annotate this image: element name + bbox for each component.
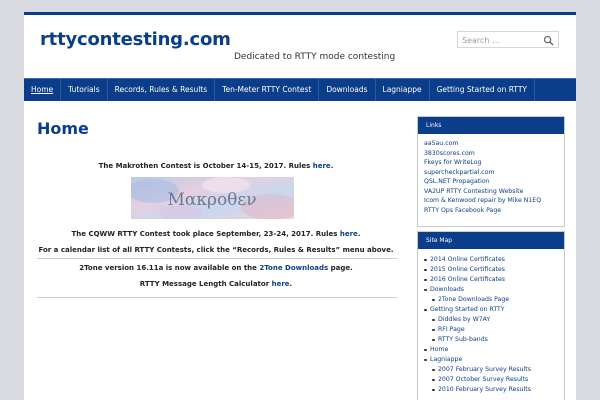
calculator-link[interactable]: here [272, 280, 290, 288]
twotone-downloads-link[interactable]: 2Tone Downloads [259, 264, 328, 272]
main-content: Home The Makrothen Contest is October 14… [24, 101, 408, 400]
cqww-text: The CQWW RTTY Contest took place Septemb… [71, 230, 340, 238]
sitemap-widget-title: Site Map [418, 232, 564, 249]
calculator-text: RTTY Message Length Calculator [139, 280, 272, 288]
content-bottom-divider [37, 297, 397, 298]
site-header: rttycontesting.com Dedicated to RTTY mod… [24, 15, 576, 78]
nav-item-tutorials[interactable]: Tutorials [61, 79, 108, 101]
sitemap-item[interactable]: Lagniappe [424, 355, 558, 365]
sitemap-subitem[interactable]: 2Tone Downloads Page [432, 295, 558, 305]
makrothen-logo-banner[interactable]: Μακροθεν [131, 177, 294, 219]
links-widget-title: Links [418, 117, 564, 134]
link-va2up[interactable]: VA2UP RTTY Contesting Website [424, 187, 558, 197]
sitemap-list: 2014 Online Certificates 2015 Online Cer… [418, 249, 564, 400]
sitemap-item[interactable]: 2016 Online Certificates [424, 275, 558, 285]
link-3830scores[interactable]: 3830scores.com [424, 149, 558, 159]
twotone-notice: 2Tone version 16.11a is now available on… [24, 264, 408, 272]
links-widget: Links aa5au.com 3830scores.com Fkeys for… [417, 116, 565, 227]
makrothen-notice: The Makrothen Contest is October 14-15, … [24, 162, 408, 170]
sitemap-subitem[interactable]: 2010 February Survey Results [432, 385, 558, 395]
nav-item-downloads[interactable]: Downloads [319, 79, 376, 101]
links-list: aa5au.com 3830scores.com Fkeys for Write… [418, 134, 564, 220]
calculator-notice: RTTY Message Length Calculator here. [24, 280, 408, 288]
makrothen-logo-image: Μακροθεν [131, 177, 294, 219]
sitemap-item[interactable]: Downloads [424, 285, 558, 295]
link-aa5au[interactable]: aa5au.com [424, 139, 558, 149]
nav-item-home[interactable]: Home [24, 79, 62, 101]
sitemap-item[interactable]: 2015 Online Certificates [424, 265, 558, 275]
sitemap-subitem[interactable]: RFI Page [432, 325, 558, 335]
sitemap-item[interactable]: 2014 Online Certificates [424, 255, 558, 265]
cqww-notice: The CQWW RTTY Contest took place Septemb… [24, 230, 408, 238]
search-form [457, 31, 559, 48]
calculator-period: . [289, 280, 293, 288]
sitemap-subitem[interactable]: Diddles by W7AY [432, 315, 558, 325]
nav-item-getting-started[interactable]: Getting Started on RTTY [430, 79, 535, 101]
page-container: rttycontesting.com Dedicated to RTTY mod… [24, 12, 576, 400]
makrothen-period: . [330, 162, 334, 170]
sitemap-subitem[interactable]: RTTY Sub-bands [432, 335, 558, 345]
nav-item-ten-meter-contest[interactable]: Ten-Meter RTTY Contest [215, 79, 320, 101]
link-fkeys-writelog[interactable]: Fkeys for WriteLog [424, 158, 558, 168]
sitemap-widget: Site Map 2014 Online Certificates 2015 O… [417, 231, 565, 400]
twotone-text: 2Tone version 16.11a is now available on… [79, 264, 260, 272]
twotone-page-text: page. [328, 264, 353, 272]
sitemap-item[interactable]: Home [424, 345, 558, 355]
link-supercheckpartial[interactable]: supercheckpartial.com [424, 168, 558, 178]
nav-item-records-rules-results[interactable]: Records, Rules & Results [108, 79, 216, 101]
sitemap-subitem[interactable]: 2007 October Survey Results [432, 375, 558, 385]
logo-text: Μακροθεν [167, 190, 256, 210]
link-rtty-ops-facebook[interactable]: RTTY Ops Facebook Page [424, 206, 558, 216]
makrothen-text: The Makrothen Contest is October 14-15, … [98, 162, 313, 170]
main-navigation: Home Tutorials Records, Rules & Results … [24, 78, 576, 101]
search-input[interactable] [462, 34, 534, 46]
sitemap-item[interactable]: Getting Started on RTTY [424, 305, 558, 315]
site-tagline: Dedicated to RTTY mode contesting [234, 52, 396, 62]
link-qslnet-propagation[interactable]: QSL.NET Propagation [424, 177, 558, 187]
page-title: Home [37, 119, 89, 138]
cqww-period: . [357, 230, 361, 238]
cqww-rules-link[interactable]: here [340, 230, 358, 238]
content-divider [37, 258, 397, 259]
link-icom-kenwood-repair[interactable]: Icom & Kenwood repair by Mike N1EQ [424, 196, 558, 206]
site-title-link[interactable]: rttycontesting.com [40, 29, 231, 50]
sitemap-subitem[interactable]: 2007 February Survey Results [432, 365, 558, 375]
search-icon[interactable] [543, 35, 554, 46]
nav-item-lagniappe[interactable]: Lagniappe [376, 79, 430, 101]
calendar-notice: For a calendar list of all RTTY Contests… [38, 246, 394, 254]
makrothen-rules-link[interactable]: here [313, 162, 331, 170]
